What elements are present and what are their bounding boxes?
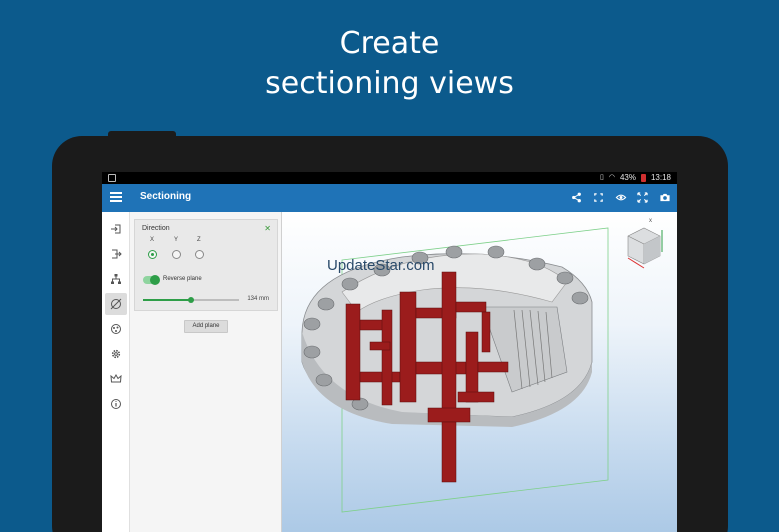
clock: 13:18 — [650, 173, 671, 182]
page-title: Sectioning — [140, 191, 192, 202]
slider-fill — [143, 299, 191, 301]
axis-y-radio[interactable] — [172, 250, 181, 259]
fullscreen-icon[interactable] — [592, 191, 605, 204]
close-icon[interactable]: ✕ — [264, 224, 271, 233]
settings-icon[interactable] — [105, 343, 127, 365]
import-icon[interactable] — [105, 218, 127, 240]
axis-z-label: Z — [197, 237, 201, 243]
premium-crown-icon[interactable] — [105, 368, 127, 390]
share-icon[interactable] — [570, 191, 583, 204]
promo-headline: Create sectioning views — [0, 24, 779, 104]
watermark: UpdateStar.com — [327, 257, 435, 274]
reverse-plane-label: Reverse plane — [163, 276, 202, 282]
reverse-plane-toggle[interactable] — [143, 275, 160, 285]
battery-percent: 43% — [619, 173, 636, 182]
headline-line-2: sectioning views — [265, 66, 514, 101]
vibrate-icon: ▯ — [599, 174, 604, 181]
axis-x-label: X — [150, 237, 155, 243]
fit-view-icon[interactable] — [636, 191, 649, 204]
explode-icon[interactable] — [105, 318, 127, 340]
view-cube — [627, 227, 663, 269]
add-plane-button[interactable]: Add plane — [184, 320, 228, 333]
tablet-screen: ▯ ◠ 43% 13:18 Sectioning Direction ✕ X Y… — [102, 172, 677, 532]
camera-icon[interactable] — [658, 191, 671, 204]
eye-icon[interactable] — [614, 191, 627, 204]
axis-x-radio[interactable] — [148, 250, 157, 259]
app-bar: Sectioning — [102, 184, 677, 212]
wifi-icon: ◠ — [608, 174, 615, 181]
section-panel: Direction ✕ X Y Z Reverse plane 134 mm A… — [130, 212, 282, 532]
axis-y-label: Y — [174, 237, 179, 243]
hamburger-menu-icon[interactable] — [110, 192, 122, 204]
headline-line-1: Create — [339, 26, 440, 61]
sidebar — [102, 212, 130, 532]
plane-offset-value: 134 mm — [247, 296, 269, 302]
info-icon[interactable] — [105, 393, 127, 415]
plane-offset-slider[interactable] — [143, 297, 239, 303]
export-icon[interactable] — [105, 243, 127, 265]
section-plane-card: Direction ✕ X Y Z Reverse plane 134 mm — [134, 219, 278, 311]
status-bar: ▯ ◠ 43% 13:18 — [102, 172, 677, 184]
view-cube-axis-label: x — [649, 218, 652, 224]
axis-z-radio[interactable] — [195, 250, 204, 259]
section-icon[interactable] — [105, 293, 127, 315]
tree-icon[interactable] — [105, 268, 127, 290]
direction-label: Direction — [142, 225, 170, 232]
slider-thumb[interactable] — [188, 297, 194, 303]
notification-icon — [108, 174, 116, 182]
battery-icon — [640, 174, 646, 182]
